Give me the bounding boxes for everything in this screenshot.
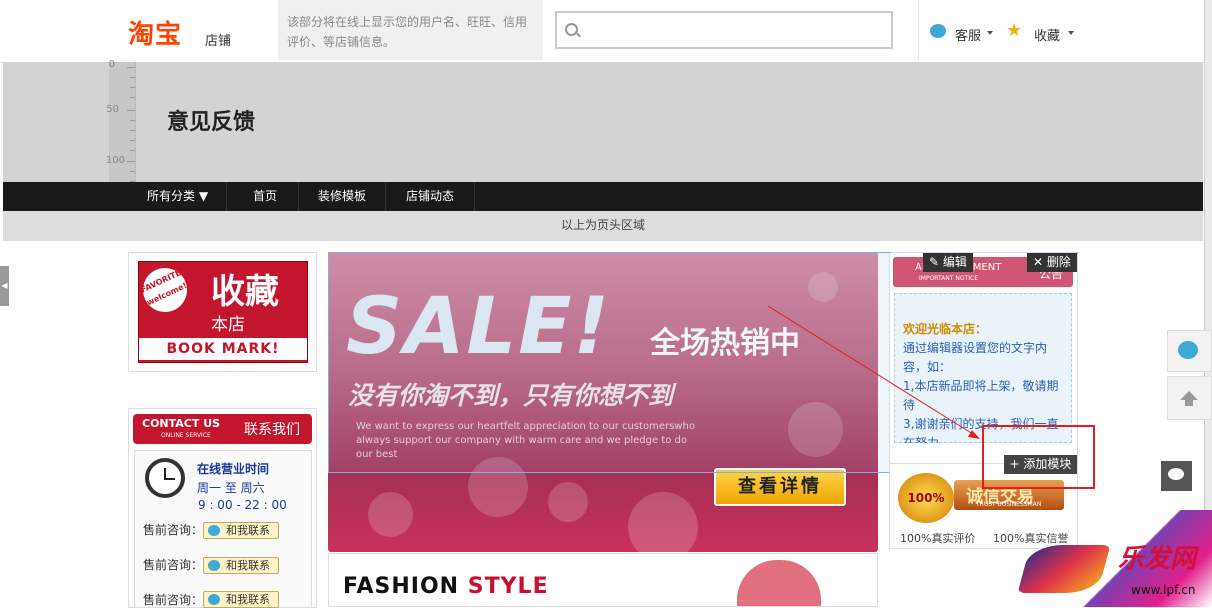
- watermark-url: www.lpf.cn: [1131, 583, 1196, 597]
- watermark-logo: 乐发网: [1118, 544, 1197, 574]
